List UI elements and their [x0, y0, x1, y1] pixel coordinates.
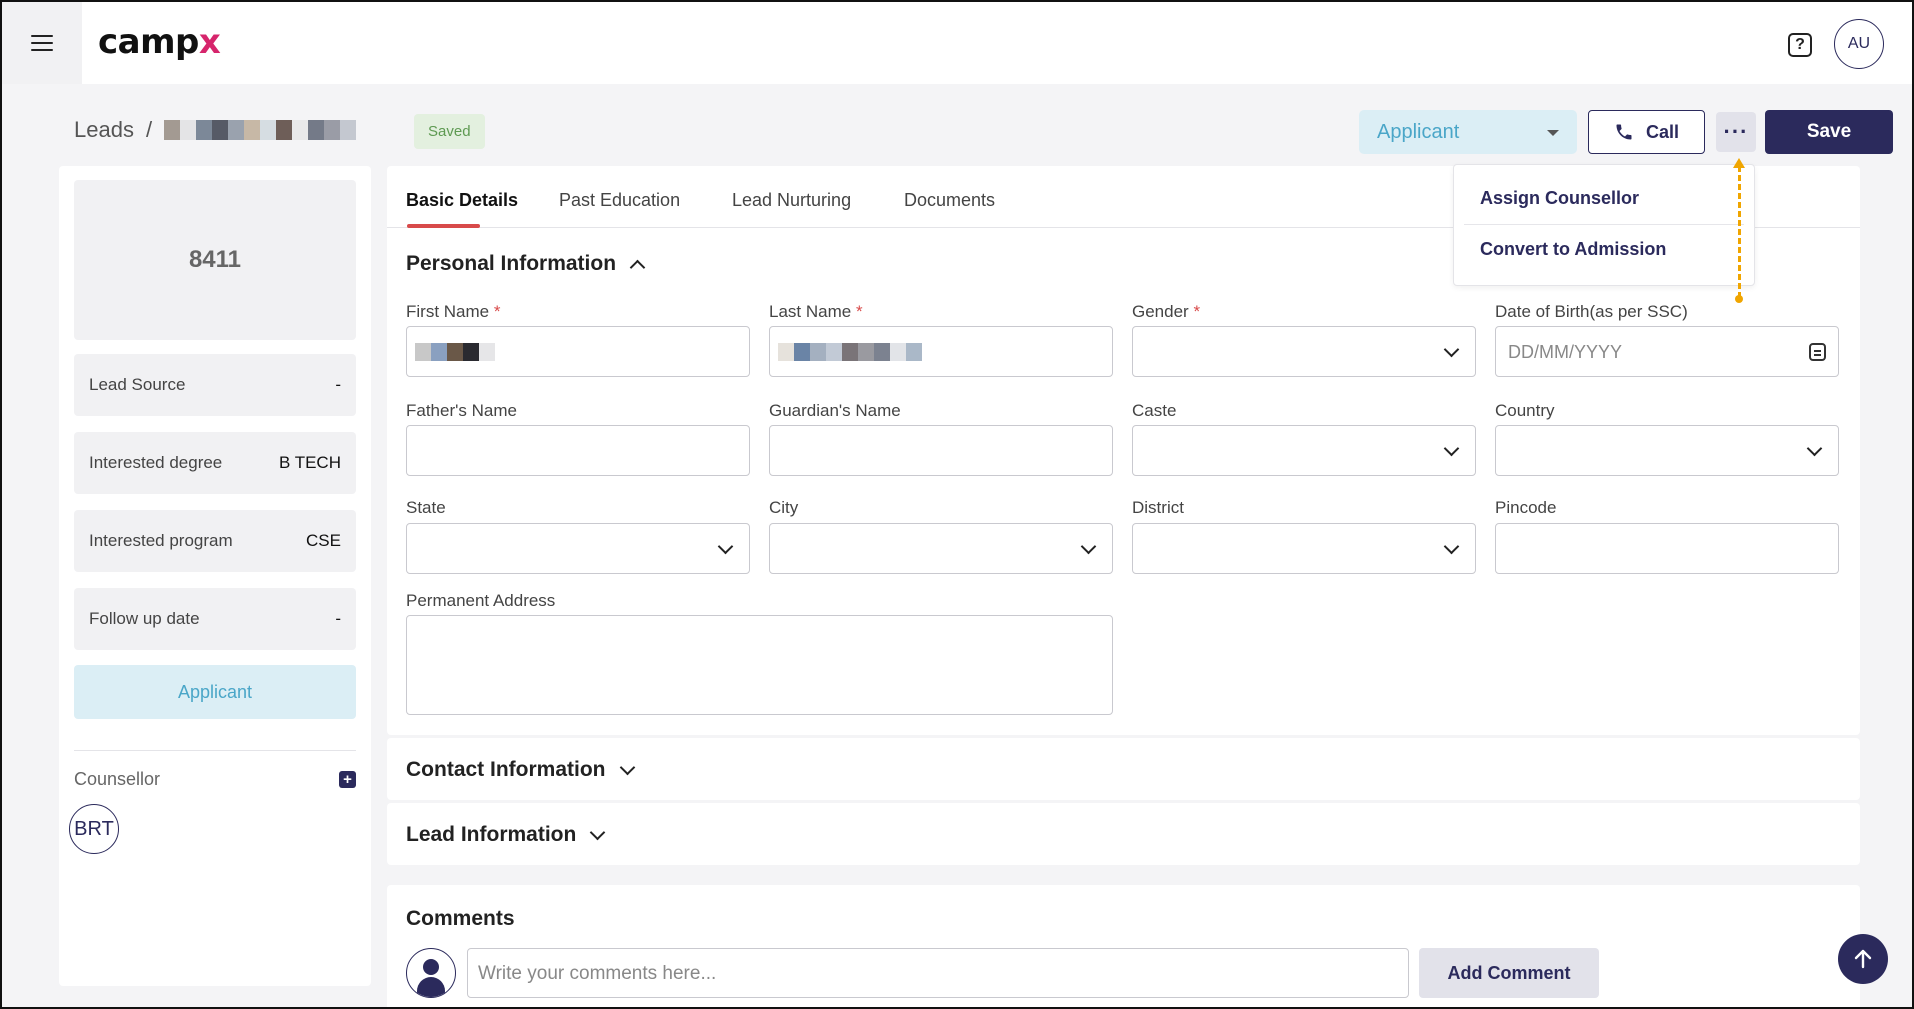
gender-select[interactable] [1132, 326, 1476, 377]
country-label: Country [1495, 401, 1555, 420]
tab-past-education[interactable]: Past Education [559, 190, 680, 211]
breadcrumb: Leads / [74, 117, 357, 143]
district-label: District [1132, 498, 1184, 517]
personal-info-header[interactable]: Personal Information [406, 252, 646, 276]
save-button[interactable]: Save [1765, 110, 1893, 154]
scroll-to-top-button[interactable] [1838, 934, 1888, 984]
tab-documents[interactable]: Documents [904, 190, 995, 211]
fathers-name-input[interactable] [406, 425, 750, 476]
more-options-button[interactable]: ··· [1716, 112, 1756, 152]
lead-info-header[interactable]: Lead Information [406, 823, 606, 847]
comments-card: Comments Write your comments here... Add… [387, 885, 1860, 1007]
call-button[interactable]: Call [1588, 110, 1705, 154]
redacted-first-name [415, 343, 495, 361]
campx-logo: campx [98, 22, 221, 62]
dob-label: Date of Birth(as per SSC) [1495, 302, 1688, 321]
state-select[interactable] [406, 523, 750, 574]
add-comment-button[interactable]: Add Comment [1419, 948, 1599, 998]
lead-info-card: Lead Information [387, 803, 1860, 865]
dob-input[interactable]: DD/MM/YYYY [1495, 326, 1839, 377]
city-select[interactable] [769, 523, 1113, 574]
info-row-lead-source: Lead Source - [74, 354, 356, 416]
annotation-arrow-line [1738, 166, 1741, 298]
hamburger-icon[interactable] [31, 35, 53, 51]
more-options-menu: Assign Counsellor Convert to Admission [1453, 164, 1755, 286]
breadcrumb-leads[interactable]: Leads [74, 117, 134, 143]
phone-icon [1616, 124, 1632, 140]
guardians-name-label: Guardian's Name [769, 401, 901, 420]
menu-divider [1464, 224, 1744, 225]
comment-input[interactable]: Write your comments here... [467, 948, 1409, 998]
tab-basic-details[interactable]: Basic Details [406, 190, 518, 211]
status-applicant-chip[interactable]: Applicant [74, 665, 356, 719]
user-avatar[interactable]: AU [1834, 19, 1884, 69]
help-icon[interactable]: ? [1788, 33, 1812, 57]
chevron-down-icon [590, 824, 606, 840]
counsellor-avatar: BRT [69, 804, 119, 854]
first-name-input[interactable] [406, 326, 750, 377]
menu-button[interactable] [2, 2, 82, 84]
counsellor-label: Counsellor [74, 769, 161, 789]
chevron-down-icon [619, 759, 635, 775]
lead-id: 8411 [74, 180, 356, 340]
state-label: State [406, 498, 446, 517]
arrow-up-icon [1854, 949, 1872, 969]
contact-info-card: Contact Information [387, 738, 1860, 800]
active-tab-indicator [407, 224, 480, 228]
contact-info-header[interactable]: Contact Information [406, 758, 635, 782]
permanent-address-label: Permanent Address [406, 591, 556, 610]
country-select[interactable] [1495, 425, 1839, 476]
breadcrumb-separator: / [145, 117, 153, 142]
calendar-icon[interactable] [1809, 343, 1826, 361]
info-row-interested-degree: Interested degree B TECH [74, 432, 356, 494]
lead-status-select[interactable]: Applicant [1359, 110, 1577, 154]
divider [74, 750, 356, 751]
annotation-arrow-dot [1735, 295, 1743, 303]
tab-lead-nurturing[interactable]: Lead Nurturing [732, 190, 851, 211]
comments-title: Comments [406, 907, 515, 930]
app-window: campx ? AU Leads / Saved Applicant Call … [0, 0, 1914, 1009]
saved-badge: Saved [414, 114, 485, 149]
pincode-input[interactable] [1495, 523, 1839, 574]
info-row-follow-up-date: Follow up date - [74, 588, 356, 650]
user-icon [406, 948, 456, 998]
guardians-name-input[interactable] [769, 425, 1113, 476]
convert-to-admission-item[interactable]: Convert to Admission [1480, 239, 1666, 260]
info-row-interested-program: Interested program CSE [74, 510, 356, 572]
caste-select[interactable] [1132, 425, 1476, 476]
gender-label: Gender * [1132, 302, 1201, 321]
redacted-last-name [778, 343, 922, 361]
lead-summary-panel: 8411 Lead Source - Interested degree B TEC… [59, 166, 371, 986]
first-name-label: First Name * [406, 302, 501, 321]
caste-label: Caste [1132, 401, 1177, 420]
last-name-label: Last Name * [769, 302, 863, 321]
last-name-input[interactable] [769, 326, 1113, 377]
assign-counsellor-item[interactable]: Assign Counsellor [1480, 188, 1639, 209]
caret-down-icon [1547, 130, 1559, 136]
city-label: City [769, 498, 799, 517]
fathers-name-label: Father's Name [406, 401, 517, 420]
district-select[interactable] [1132, 523, 1476, 574]
redacted-lead-name [164, 120, 357, 140]
pincode-label: Pincode [1495, 498, 1557, 517]
add-counsellor-icon[interactable]: + [339, 771, 356, 788]
top-bar: campx ? AU [2, 2, 1912, 84]
chevron-up-icon [629, 259, 646, 275]
permanent-address-textarea[interactable] [406, 615, 1113, 715]
